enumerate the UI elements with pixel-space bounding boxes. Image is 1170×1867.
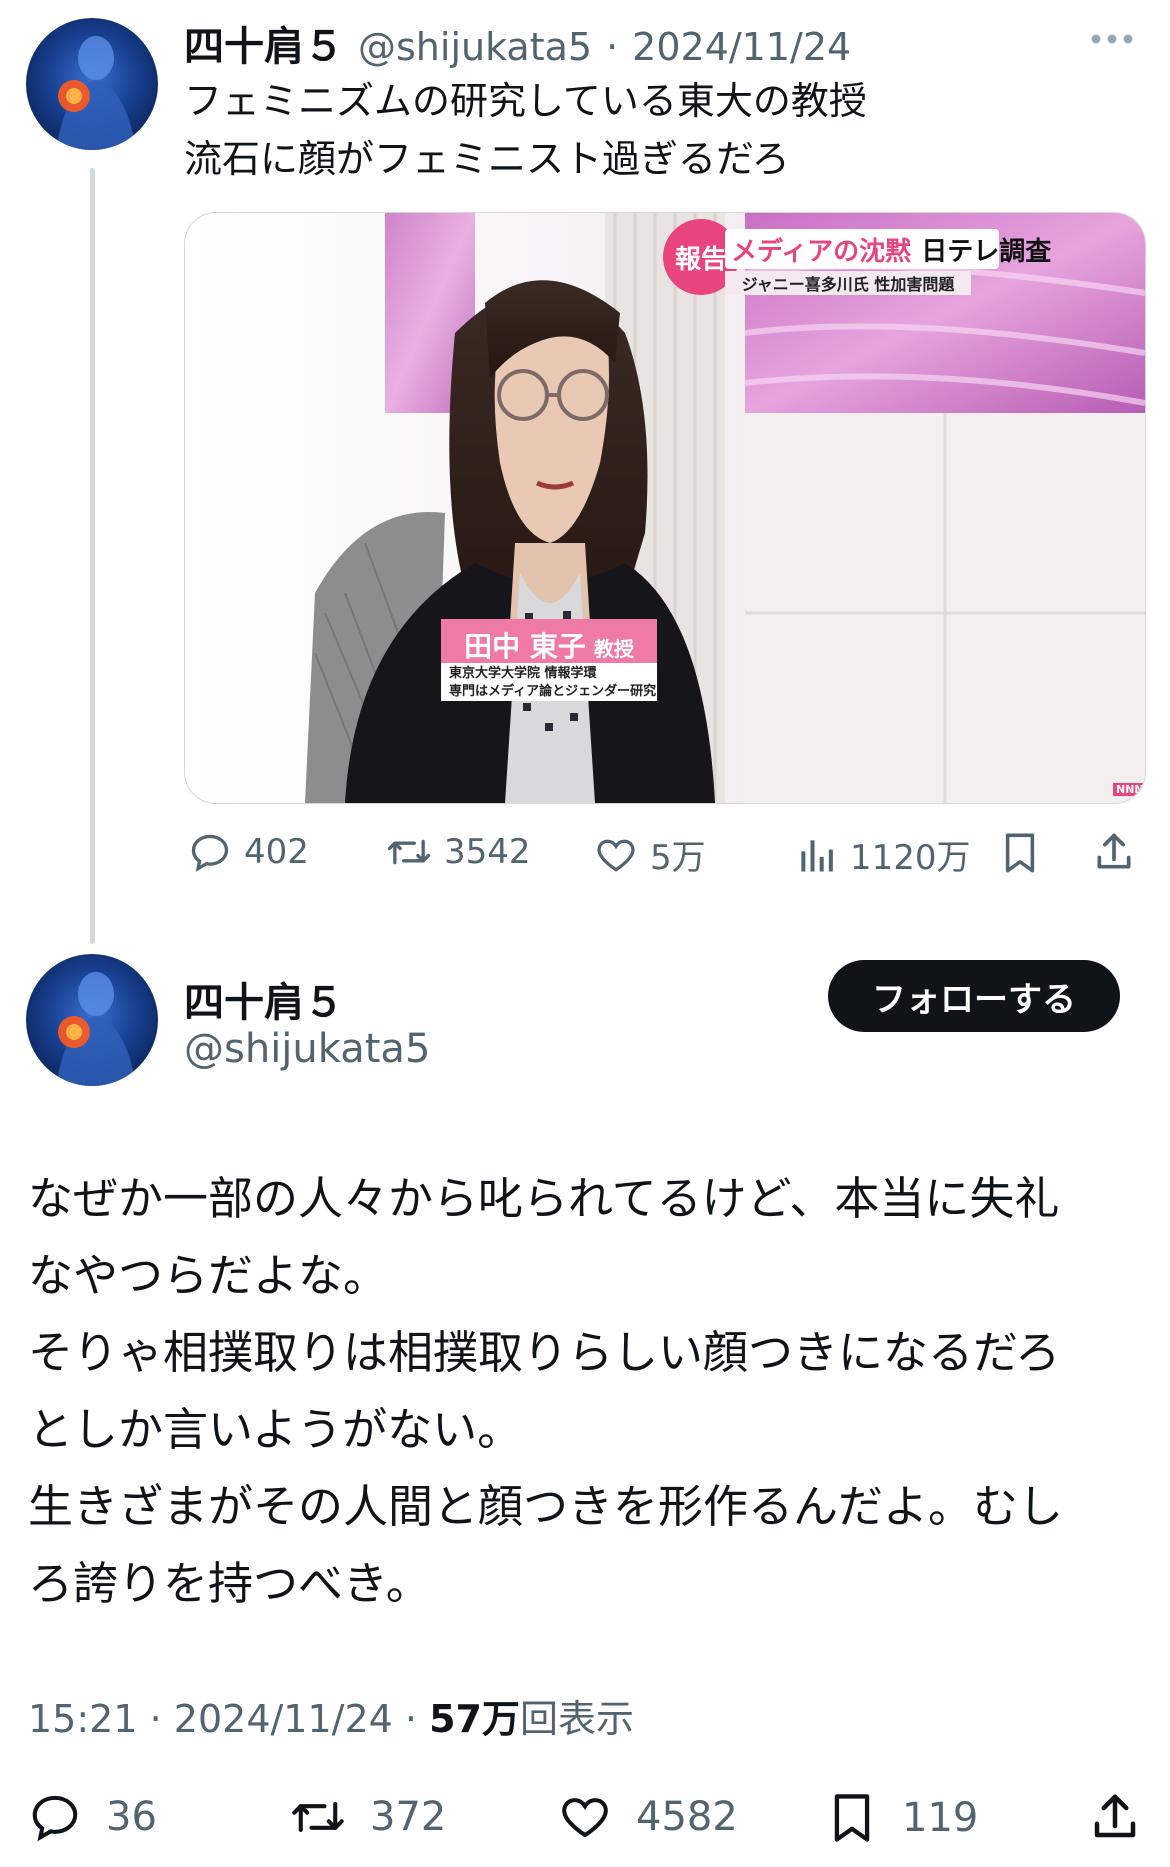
like-button[interactable]: 4582 — [558, 1790, 738, 1844]
follow-button[interactable]: フォローする — [828, 960, 1120, 1032]
tweet-text-line: なやつらだよな。 — [28, 1249, 389, 1302]
nameplate-title: 教授 — [593, 637, 634, 661]
handle[interactable]: @shijukata5 — [358, 25, 592, 69]
tweet-date[interactable]: 2024/11/24 — [632, 25, 851, 69]
share-icon[interactable] — [1088, 1790, 1142, 1848]
views-icon — [801, 839, 833, 871]
tweet-meta: 15:21 · 2024/11/24 · 57万回表示 — [28, 1688, 634, 1743]
bookmark-count: 119 — [902, 1795, 979, 1841]
tweet-time[interactable]: 15:21 — [28, 1697, 138, 1741]
views-button[interactable]: 1120万 — [794, 830, 971, 879]
tweet-text: なぜか一部の人々から叱られてるけど、本当に失礼 なやつらだよな。 そりゃ相撲取り… — [28, 1160, 1148, 1622]
tweet-text-line: なぜか一部の人々から叱られてるけど、本当に失礼 — [28, 1172, 1060, 1225]
display-name[interactable]: 四十肩５ — [184, 14, 344, 72]
nameplate-line: 東京大学大学院 情報学環 — [449, 666, 597, 681]
like-count: 5万 — [650, 838, 706, 878]
separator: · — [404, 1697, 418, 1741]
ticker-title: メディアの沈黙 — [731, 236, 912, 267]
tweet-media[interactable]: 報告 メディアの沈黙 日テレ調査 ジャニー喜多川氏 性加害問題 田中 東子 教授… — [184, 212, 1146, 804]
like-count: 4582 — [636, 1794, 738, 1840]
views-count[interactable]: 57万 — [429, 1697, 520, 1741]
ticker-subtitle: ジャニー喜多川氏 性加害問題 — [725, 271, 971, 295]
nameplate: 田中 東子 教授 — [441, 619, 657, 663]
reply-button[interactable]: 402 — [188, 830, 309, 874]
thread-line — [90, 168, 95, 944]
reply-button[interactable]: 36 — [28, 1790, 157, 1844]
like-button[interactable]: 5万 — [594, 830, 706, 879]
views-label: 回表示 — [520, 1697, 635, 1741]
tweet-text-line: としか言いようがない。 — [28, 1403, 523, 1456]
repost-count: 3542 — [444, 832, 531, 872]
avatar[interactable] — [26, 18, 158, 150]
media-photo — [185, 213, 1145, 803]
bookmark-button[interactable]: 119 — [826, 1790, 978, 1846]
tweet-text-line: そりゃ相撲取りは相撲取りらしい顔つきになるだろ — [28, 1326, 1061, 1379]
separator: · — [149, 1697, 162, 1741]
tweet-header: 四十肩５ @shijukata5 · 2024/11/24 — [184, 14, 851, 72]
repost-icon — [387, 839, 431, 865]
repost-button[interactable]: 3542 — [386, 830, 531, 874]
tweet-text: フェミニズムの研究している東大の教授 流石に顔がフェミニスト過ぎるだろ — [184, 72, 867, 188]
tweet-text-line: 流石に顔がフェミニスト過ぎるだろ — [184, 137, 790, 181]
ticker-title-bar: メディアの沈黙 日テレ調査 — [725, 229, 1051, 269]
nameplate-line: 専門はメディア論とジェンダー研究 — [449, 684, 657, 699]
heart-icon — [597, 839, 635, 872]
reply-icon — [32, 1795, 78, 1842]
reply-count: 36 — [106, 1794, 157, 1840]
handle[interactable]: @shijukata5 — [184, 1026, 430, 1072]
separator: · — [606, 25, 619, 69]
reply-icon — [191, 834, 229, 872]
repost-icon — [292, 1802, 344, 1832]
share-icon[interactable] — [1092, 830, 1136, 878]
bookmark-icon — [834, 1794, 870, 1842]
repost-count: 372 — [370, 1794, 447, 1840]
views-count: 1120万 — [850, 838, 971, 878]
channel-logo: NNN — [1113, 783, 1145, 796]
tweet-text-line: ろ誇りを持つべき。 — [28, 1557, 431, 1610]
tweet-date[interactable]: 2024/11/24 — [174, 1697, 393, 1741]
more-dots-icon[interactable] — [1090, 30, 1134, 49]
bookmark-icon[interactable] — [998, 830, 1042, 880]
repost-button[interactable]: 372 — [290, 1790, 446, 1844]
nameplate-details: 東京大学大学院 情報学環 専門はメディア論とジェンダー研究 — [441, 663, 657, 701]
heart-icon — [562, 1798, 608, 1838]
reply-count: 402 — [244, 832, 309, 872]
tweet-text-line: フェミニズムの研究している東大の教授 — [184, 79, 867, 123]
display-name[interactable]: 四十肩５ — [184, 970, 344, 1028]
avatar[interactable] — [26, 954, 158, 1086]
tweet-text-line: 生きざまがその人間と顔つきを形作るんだよ。むし — [28, 1480, 1064, 1533]
nameplate-name: 田中 東子 — [464, 630, 586, 663]
ticker-channel: 日テレ調査 — [921, 236, 1052, 267]
